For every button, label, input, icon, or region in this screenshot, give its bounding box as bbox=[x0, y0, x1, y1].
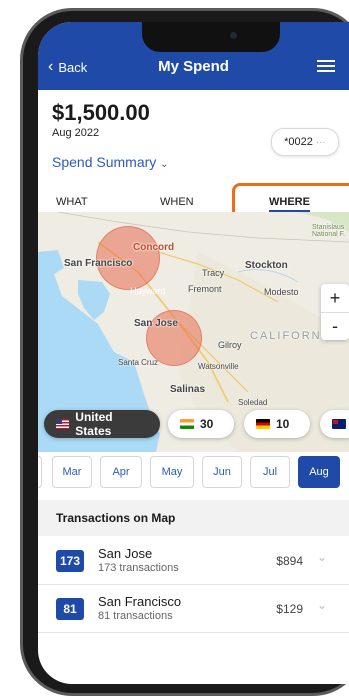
country-chip-au[interactable] bbox=[320, 410, 349, 438]
map-label-concord: Concord bbox=[133, 242, 175, 253]
flag-au-icon bbox=[332, 419, 346, 429]
map-label-modesto: Modesto bbox=[264, 287, 299, 297]
flag-in-icon bbox=[180, 419, 194, 429]
transactions-section-title: Transactions on Map bbox=[38, 500, 349, 536]
transaction-amount: $129 bbox=[276, 602, 303, 616]
more-icon: ··· bbox=[315, 136, 326, 148]
map-label-stanislaus: Stanislaus National F. bbox=[312, 224, 346, 238]
zoom-in-button[interactable]: + bbox=[321, 284, 349, 313]
transaction-city: San Jose bbox=[98, 546, 153, 561]
map-label-watsonville: Watsonville bbox=[198, 362, 239, 371]
menu-icon[interactable] bbox=[317, 60, 335, 72]
country-count: 10 bbox=[276, 417, 290, 431]
chevron-down-icon[interactable]: ⌄ bbox=[317, 550, 327, 564]
country-chip-us[interactable]: United States bbox=[44, 410, 160, 438]
transaction-count: 173 transactions bbox=[98, 562, 179, 574]
map-label-hayward: Hayward bbox=[130, 286, 166, 296]
month-prev-partial[interactable] bbox=[38, 456, 42, 488]
country-label: United States bbox=[75, 410, 113, 438]
zoom-out-button[interactable]: - bbox=[321, 313, 349, 341]
spend-summary-label: Spend Summary bbox=[52, 154, 157, 170]
notch bbox=[142, 22, 280, 52]
month-button[interactable]: Jul bbox=[250, 456, 290, 488]
card-number: *0022 bbox=[284, 136, 313, 148]
card-selector[interactable]: *0022 ··· bbox=[271, 128, 339, 156]
page-title: My Spend bbox=[158, 58, 229, 75]
month-button[interactable]: Mar bbox=[52, 456, 92, 488]
country-chip-de[interactable]: 10 bbox=[244, 410, 310, 438]
map-label-salinas: Salinas bbox=[170, 384, 206, 395]
map-label-santa-cruz: Santa Cruz bbox=[118, 358, 159, 367]
month-button-active[interactable]: Aug bbox=[298, 456, 340, 488]
tab-what[interactable]: WHAT bbox=[56, 196, 88, 208]
map-label-san-francisco: San Francisco bbox=[64, 258, 133, 269]
month-button[interactable]: Jun bbox=[202, 456, 242, 488]
map-label-stockton: Stockton bbox=[245, 260, 288, 271]
app-screen: ‹ Back My Spend $1,500.00 Aug 2022 *0022… bbox=[38, 22, 349, 684]
transaction-row[interactable]: 81 San Francisco 81 transactions $129 ⌄ bbox=[38, 584, 349, 633]
zoom-controls: + - bbox=[321, 284, 349, 340]
chevron-down-icon[interactable]: ⌄ bbox=[317, 598, 327, 612]
map-label-gilroy: Gilroy bbox=[218, 340, 242, 350]
chevron-down-icon: ⌄ bbox=[160, 159, 169, 170]
flag-de-icon bbox=[256, 419, 270, 429]
camera-icon bbox=[230, 32, 237, 39]
period-label: Aug 2022 bbox=[52, 127, 100, 139]
transaction-count: 81 transactions bbox=[98, 610, 173, 622]
transaction-count-badge: 81 bbox=[56, 598, 84, 620]
transaction-city: San Francisco bbox=[98, 594, 182, 609]
map-label-tracy: Tracy bbox=[202, 268, 225, 278]
month-button[interactable]: May bbox=[150, 456, 194, 488]
map-label-fremont: Fremont bbox=[188, 284, 222, 294]
spend-summary-dropdown[interactable]: Spend Summary ⌄ bbox=[52, 154, 169, 170]
country-chip-in[interactable]: 30 bbox=[168, 410, 234, 438]
map-label-soledad: Soledad bbox=[238, 398, 268, 407]
country-filter-row: United States 30 10 bbox=[38, 410, 349, 440]
transaction-amount: $894 bbox=[276, 554, 303, 568]
month-button[interactable]: Apr bbox=[100, 456, 142, 488]
map-label-san-jose: San Jose bbox=[134, 318, 178, 329]
flag-us-icon bbox=[56, 419, 70, 429]
month-selector: Mar Apr May Jun Jul Aug bbox=[38, 456, 349, 492]
transaction-row[interactable]: 173 San Jose 173 transactions $894 ⌄ bbox=[38, 536, 349, 585]
country-count: 30 bbox=[200, 417, 214, 431]
tab-when[interactable]: WHEN bbox=[160, 196, 194, 208]
transaction-count-badge: 173 bbox=[56, 550, 84, 572]
total-amount: $1,500.00 bbox=[52, 100, 150, 125]
